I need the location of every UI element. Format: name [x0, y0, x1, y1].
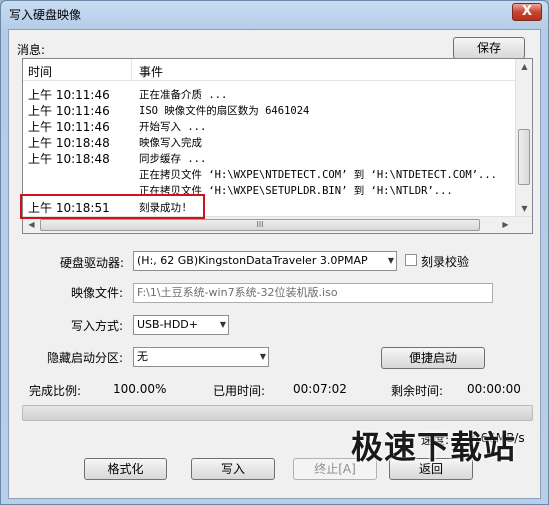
scroll-right-arrow-icon[interactable]: ▶: [497, 220, 514, 229]
log-time: 上午 10:11:46: [28, 104, 110, 118]
image-file-label: 映像文件:: [71, 286, 124, 300]
write-mode-value: USB-HDD+: [137, 318, 198, 331]
close-button[interactable]: X: [512, 3, 542, 21]
log-time: 上午 10:18:48: [28, 152, 110, 166]
quick-boot-button[interactable]: 便捷启动: [381, 347, 485, 369]
elapsed-value: 00:07:02: [293, 382, 347, 396]
log-time: 上午 10:11:46: [28, 88, 110, 102]
horizontal-scroll-thumb[interactable]: III: [40, 219, 480, 231]
hidden-partition-select[interactable]: 无 ▼: [133, 347, 269, 367]
column-divider[interactable]: [131, 59, 132, 81]
vertical-scroll-thumb[interactable]: [518, 129, 530, 185]
log-row[interactable]: 正在拷贝文件 ‘H:\WXPE\NTDETECT.COM’ 到 ‘H:\NTDE…: [23, 166, 515, 182]
chevron-down-icon: ▼: [219, 320, 226, 329]
chevron-down-icon: ▼: [387, 256, 394, 265]
log-vertical-scrollbar[interactable]: ▲ ▼: [515, 59, 532, 218]
write-mode-label: 写入方式:: [71, 319, 124, 333]
window-title: 写入硬盘映像: [9, 8, 82, 22]
drive-select[interactable]: (H:, 62 GB)KingstonDataTraveler 3.0PMAP …: [133, 251, 397, 271]
log-time: 上午 10:11:46: [28, 120, 110, 134]
completion-value: 100.00%: [113, 382, 167, 396]
title-bar[interactable]: 写入硬盘映像 X: [1, 1, 548, 29]
remaining-label: 剩余时间:: [391, 384, 444, 398]
progress-bar: [22, 405, 533, 421]
completion-label: 完成比例:: [29, 384, 82, 398]
site-watermark: 极速下载站: [351, 428, 517, 466]
hidden-partition-label: 隐藏启动分区:: [47, 351, 124, 365]
image-file-field[interactable]: F:\1\土豆系统-win7系统-32位装机版.iso: [133, 283, 493, 303]
log-header: 时间 事件: [23, 59, 515, 81]
write-button[interactable]: 写入: [191, 458, 275, 480]
scroll-left-arrow-icon[interactable]: ◀: [23, 220, 40, 229]
write-mode-select[interactable]: USB-HDD+ ▼: [133, 315, 229, 335]
drive-select-value: (H:, 62 GB)KingstonDataTraveler 3.0PMAP: [137, 254, 368, 267]
success-row-highlight: [20, 194, 205, 219]
save-button[interactable]: 保存: [453, 37, 525, 59]
verify-label: 刻录校验: [421, 255, 470, 269]
format-button[interactable]: 格式化: [84, 458, 167, 480]
scroll-down-arrow-icon[interactable]: ▼: [516, 204, 532, 213]
column-header-event[interactable]: 事件: [139, 63, 163, 80]
drive-label: 硬盘驱动器:: [60, 256, 125, 270]
log-event: 正在拷贝文件 ‘H:\WXPE\NTDETECT.COM’ 到 ‘H:\NTDE…: [139, 169, 497, 181]
log-row[interactable]: 上午 10:18:48 映像写入完成: [23, 134, 515, 150]
write-disk-image-window: 写入硬盘映像 X 消息: 保存 时间 事件 上午 10:11:46 正在准备介质…: [0, 0, 549, 505]
log-event: 正在准备介质 ...: [139, 89, 228, 101]
image-file-value: F:\1\土豆系统-win7系统-32位装机版.iso: [137, 286, 338, 299]
scroll-up-arrow-icon[interactable]: ▲: [516, 62, 532, 71]
log-row[interactable]: 上午 10:18:48 同步缓存 ...: [23, 150, 515, 166]
chevron-down-icon: ▼: [259, 352, 266, 361]
remaining-value: 00:00:00: [467, 382, 521, 396]
log-event: ISO 映像文件的扇区数为 6461024: [139, 105, 310, 117]
log-row[interactable]: 上午 10:11:46 开始写入 ...: [23, 118, 515, 134]
log-event: 开始写入 ...: [139, 121, 207, 133]
message-label: 消息:: [17, 43, 46, 57]
log-row[interactable]: 上午 10:11:46 ISO 映像文件的扇区数为 6461024: [23, 102, 515, 118]
column-header-time[interactable]: 时间: [28, 63, 52, 80]
log-time: 上午 10:18:48: [28, 136, 110, 150]
log-row[interactable]: 上午 10:11:46 正在准备介质 ...: [23, 86, 515, 102]
log-event: 同步缓存 ...: [139, 153, 207, 165]
elapsed-label: 已用时间:: [213, 384, 266, 398]
hidden-partition-value: 无: [137, 350, 148, 363]
verify-checkbox[interactable]: [405, 254, 417, 266]
log-event: 映像写入完成: [139, 137, 202, 149]
